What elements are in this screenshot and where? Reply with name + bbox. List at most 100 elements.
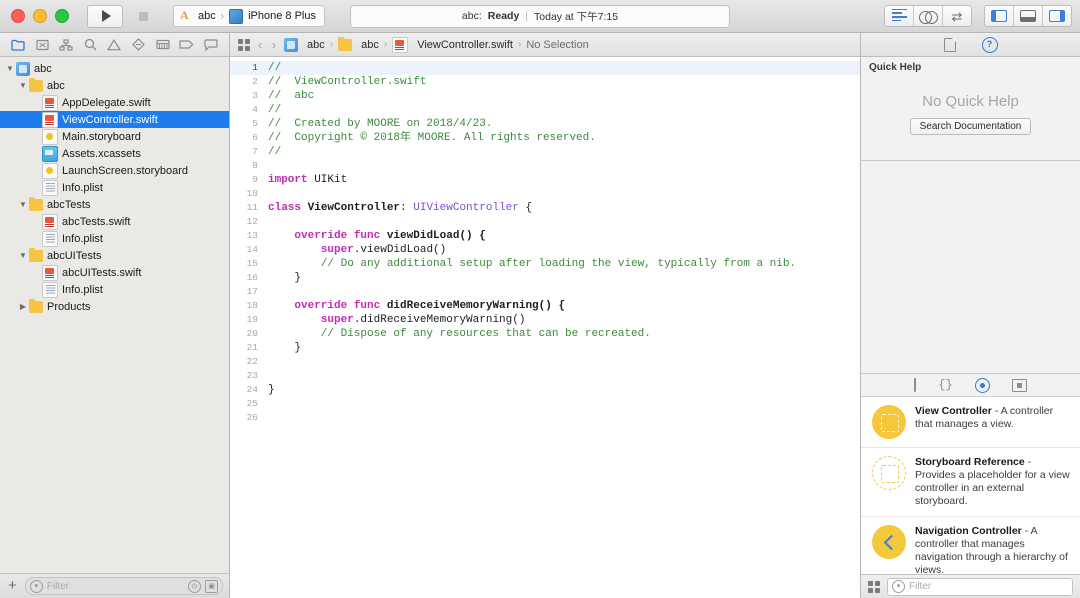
code-line[interactable]: // Copyright © 2018年 MOORE. All rights r…: [264, 131, 860, 145]
library-item-list[interactable]: View Controller - A controller that mana…: [861, 397, 1080, 574]
recent-files-icon[interactable]: ◷: [188, 579, 201, 593]
debug-navigator-icon[interactable]: [153, 36, 173, 53]
disclosure-triangle-icon[interactable]: ▼: [17, 251, 29, 260]
add-file-button[interactable]: +: [6, 578, 19, 595]
library-view-options-icon[interactable]: [868, 580, 880, 593]
code-line[interactable]: //: [264, 145, 860, 159]
file-tree-row[interactable]: Main.storyboard: [0, 128, 229, 145]
file-tree-row[interactable]: abcUITests.swift: [0, 264, 229, 281]
code-content[interactable]: // // ViewController.swift // abc // // Crea…: [264, 57, 860, 598]
breadcrumb-item-selection[interactable]: No Selection: [526, 39, 588, 51]
library-item[interactable]: View Controller - A controller that mana…: [861, 397, 1080, 448]
code-line[interactable]: override func didReceiveMemoryWarning() …: [264, 299, 860, 313]
code-token: ViewController: [301, 202, 401, 214]
test-navigator-icon[interactable]: [129, 36, 149, 53]
close-button[interactable]: [11, 9, 25, 23]
code-line[interactable]: [264, 355, 860, 369]
go-back-button[interactable]: ‹: [256, 38, 264, 52]
minimize-button[interactable]: [33, 9, 47, 23]
file-tree-row[interactable]: LaunchScreen.storyboard: [0, 162, 229, 179]
code-line[interactable]: // Do any additional setup after loading…: [264, 257, 860, 271]
code-line[interactable]: }: [264, 271, 860, 285]
issue-navigator-icon[interactable]: [104, 36, 124, 53]
file-tree-row[interactable]: ▼ abc: [0, 60, 229, 77]
code-line[interactable]: class ViewController: UIViewController {: [264, 201, 860, 215]
disclosure-triangle-icon[interactable]: ▼: [17, 81, 29, 90]
navigator-toggle-button[interactable]: [985, 6, 1014, 26]
file-inspector-icon[interactable]: [943, 37, 956, 52]
breakpoint-navigator-icon[interactable]: [177, 36, 197, 53]
library-item[interactable]: Storyboard Reference - Provides a placeh…: [861, 448, 1080, 517]
code-line[interactable]: // Created by MOORE on 2018/4/23.: [264, 117, 860, 131]
source-code-editor[interactable]: 1 2 3 4 5 6 7 8 9 10 11 12 13 14 15 16 17 18 19 20 21 22 23 24 2…: [230, 57, 860, 598]
file-tree-row[interactable]: Info.plist: [0, 179, 229, 196]
code-line[interactable]: super.viewDidLoad(): [264, 243, 860, 257]
file-tree-row[interactable]: ▼ abcUITests: [0, 247, 229, 264]
project-file-tree[interactable]: ▼ abc ▼ abc AppDelegate.swift ViewController.…: [0, 57, 229, 573]
code-line[interactable]: }: [264, 383, 860, 397]
navigator-filter-field[interactable]: ▾ Filter ◷ ▣: [24, 577, 223, 595]
standard-editor-button[interactable]: [885, 6, 914, 26]
code-line[interactable]: [264, 369, 860, 383]
report-navigator-icon[interactable]: [201, 36, 221, 53]
code-snippet-library-icon[interactable]: {}: [938, 379, 952, 391]
search-documentation-button[interactable]: Search Documentation: [909, 117, 1032, 135]
file-tree-row[interactable]: ▼ abcTests: [0, 196, 229, 213]
source-control-navigator-icon[interactable]: [32, 36, 52, 53]
code-line[interactable]: }: [264, 341, 860, 355]
file-tree-row[interactable]: Info.plist: [0, 230, 229, 247]
breadcrumb-item-file[interactable]: ViewController.swift: [417, 39, 513, 51]
disclosure-triangle-icon[interactable]: ▼: [17, 200, 29, 209]
scheme-destination-selector[interactable]: abc › iPhone 8 Plus: [173, 5, 325, 27]
file-tree-row[interactable]: ▶ Products: [0, 298, 229, 315]
disclosure-triangle-icon[interactable]: ▶: [17, 302, 29, 311]
code-line[interactable]: [264, 159, 860, 173]
file-tree-row[interactable]: ▼ abc: [0, 77, 229, 94]
object-library-icon[interactable]: [974, 377, 990, 393]
code-line[interactable]: //: [264, 103, 860, 117]
code-line[interactable]: //: [264, 61, 860, 75]
file-tree-row[interactable]: AppDelegate.swift: [0, 94, 229, 111]
go-forward-button[interactable]: ›: [270, 38, 278, 52]
disclosure-triangle-icon[interactable]: ▼: [4, 64, 16, 73]
code-line[interactable]: override func viewDidLoad() {: [264, 229, 860, 243]
assistant-editor-button[interactable]: [914, 6, 943, 26]
code-token: // ViewController.swift: [268, 76, 427, 88]
code-line[interactable]: // Dispose of any resources that can be …: [264, 327, 860, 341]
breadcrumb-item-project[interactable]: abc: [307, 39, 325, 51]
code-line[interactable]: // ViewController.swift: [264, 75, 860, 89]
file-template-library-icon[interactable]: [914, 378, 917, 392]
code-line[interactable]: // abc: [264, 89, 860, 103]
code-line[interactable]: [264, 285, 860, 299]
debug-area-toggle-button[interactable]: [1014, 6, 1043, 26]
quick-help-icon[interactable]: ?: [981, 36, 998, 53]
file-tree-row[interactable]: ViewController.swift: [0, 111, 229, 128]
code-line[interactable]: [264, 187, 860, 201]
file-tree-row[interactable]: Assets.xcassets: [0, 145, 229, 162]
file-tree-row[interactable]: Info.plist: [0, 281, 229, 298]
symbol-navigator-icon[interactable]: [56, 36, 76, 53]
code-line[interactable]: import UIKit: [264, 173, 860, 187]
file-tree-row[interactable]: abcTests.swift: [0, 213, 229, 230]
assets-icon: [42, 145, 58, 162]
code-line[interactable]: [264, 215, 860, 229]
line-number: 13: [246, 230, 258, 241]
code-line[interactable]: super.didReceiveMemoryWarning(): [264, 313, 860, 327]
project-navigator-icon[interactable]: [8, 36, 28, 53]
code-line[interactable]: [264, 397, 860, 411]
zoom-button[interactable]: [55, 9, 69, 23]
media-library-icon[interactable]: [1011, 378, 1027, 392]
breadcrumb-item-group[interactable]: abc: [361, 39, 379, 51]
related-items-icon[interactable]: [238, 38, 250, 51]
find-navigator-icon[interactable]: [80, 36, 100, 53]
version-editor-button[interactable]: ⇄: [943, 6, 971, 26]
editor-vertical-scrollbar[interactable]: [856, 57, 860, 598]
source-control-status-icon[interactable]: ▣: [205, 579, 218, 593]
code-line[interactable]: [264, 411, 860, 425]
library-filter-field[interactable]: ▾ Filter: [887, 577, 1073, 596]
library-item-text: View Controller - A controller that mana…: [915, 405, 1070, 431]
stop-button[interactable]: [125, 5, 161, 28]
run-button[interactable]: [87, 4, 123, 28]
library-item[interactable]: Navigation Controller - A controller tha…: [861, 517, 1080, 574]
inspector-toggle-button[interactable]: [1043, 6, 1071, 26]
